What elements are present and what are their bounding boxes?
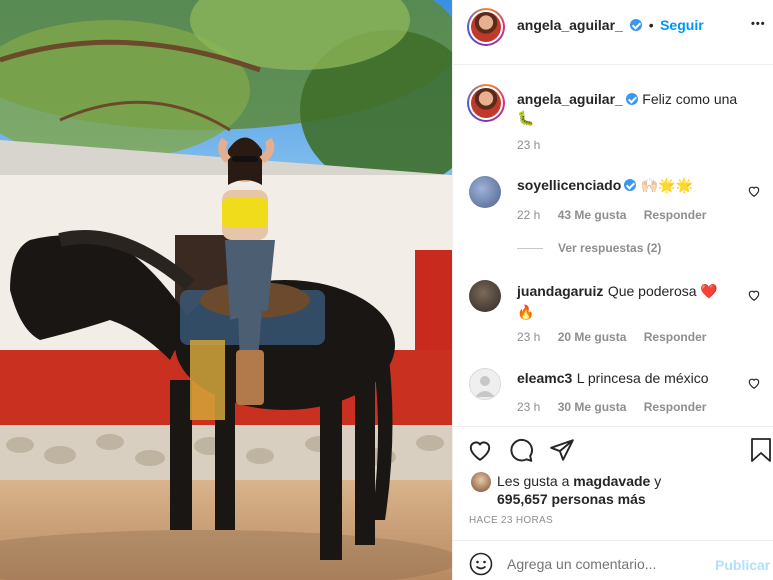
save-bookmark-icon[interactable]	[749, 437, 773, 463]
share-paper-plane-icon[interactable]	[549, 437, 575, 463]
likes-conjunction: y	[654, 473, 662, 489]
likes-prefix: Les gusta a	[497, 473, 570, 489]
like-comment-heart-icon[interactable]	[747, 376, 761, 390]
more-options-icon[interactable]: •••	[751, 18, 766, 30]
horse-rider-photo	[0, 0, 452, 580]
like-comment-heart-icon[interactable]	[747, 184, 761, 198]
comment-text: 🙌🏻🌟🌟	[640, 177, 694, 193]
like-heart-icon[interactable]	[467, 437, 493, 463]
comment-username[interactable]: eleamc3	[517, 370, 572, 386]
comment-text: Que poderosa ❤️	[607, 283, 718, 299]
comment-input[interactable]	[507, 553, 707, 575]
comment-time[interactable]: 23 h	[517, 400, 540, 414]
verified-badge-icon	[624, 179, 637, 191]
like-comment-heart-icon[interactable]	[747, 288, 761, 302]
emoji-icon[interactable]	[469, 552, 493, 576]
replies-line	[517, 248, 543, 249]
comment-time[interactable]: 22 h	[517, 208, 540, 222]
comment: eleamc3 L princesa de méxico	[517, 370, 709, 388]
reply-button[interactable]: Responder	[644, 208, 707, 222]
liker-username[interactable]: magdavade	[573, 473, 650, 489]
follow-button[interactable]: Seguir	[660, 17, 704, 33]
comment: soyellicenciado 🙌🏻🌟🌟	[517, 177, 693, 195]
comment: juandagaruiz Que poderosa ❤️ 🔥	[517, 281, 747, 323]
comment-bubble-icon[interactable]	[508, 437, 534, 463]
caption-emoji: 🐛	[517, 110, 535, 126]
likes-summary: Les gusta a magdavade y 695,657 personas…	[497, 472, 757, 508]
post-timestamp[interactable]: HACE 23 HORAS	[469, 515, 553, 526]
default-user-icon	[475, 376, 495, 397]
comment-avatar[interactable]	[469, 176, 501, 208]
comment-meta: 23 h 30 Me gusta Responder	[517, 400, 706, 414]
comment-likes[interactable]: 30 Me gusta	[558, 400, 627, 414]
caption-author-avatar[interactable]	[467, 84, 505, 122]
likes-count[interactable]: 695,657 personas más	[497, 491, 646, 507]
comment-meta: 22 h 43 Me gusta Responder	[517, 208, 706, 222]
comment-username[interactable]: juandagaruiz	[517, 283, 603, 299]
comment-likes[interactable]: 20 Me gusta	[558, 330, 627, 344]
post-header: angela_aguilar_ • Seguir	[517, 17, 704, 35]
header-separator: •	[648, 17, 654, 33]
author-avatar[interactable]	[467, 8, 505, 46]
comment-likes[interactable]: 43 Me gusta	[558, 208, 627, 222]
view-replies-button[interactable]: Ver respuestas (2)	[558, 241, 661, 255]
reply-button[interactable]: Responder	[644, 330, 707, 344]
verified-badge-icon	[625, 93, 638, 105]
caption-username[interactable]: angela_aguilar_	[517, 91, 623, 107]
verified-badge-icon	[630, 19, 643, 31]
caption-text: Feliz como una	[642, 91, 738, 107]
post-comment-button[interactable]: Publicar	[715, 557, 770, 573]
liker-avatar[interactable]	[471, 472, 491, 492]
comment-avatar[interactable]	[469, 368, 501, 400]
post-photo[interactable]	[0, 0, 452, 580]
caption-time[interactable]: 23 h	[517, 138, 540, 152]
actions-divider	[453, 426, 773, 427]
header-divider	[453, 64, 773, 65]
comment-avatar[interactable]	[469, 280, 501, 312]
comment-box-divider	[453, 540, 773, 541]
comment-text: L princesa de méxico	[576, 370, 709, 386]
caption: angela_aguilar_ Feliz como una 🐛	[517, 90, 757, 128]
reply-button[interactable]: Responder	[644, 400, 707, 414]
comment-meta: 23 h 20 Me gusta Responder	[517, 330, 706, 344]
comment-time[interactable]: 23 h	[517, 330, 540, 344]
comment-text-line2: 🔥	[517, 304, 535, 320]
author-username[interactable]: angela_aguilar_	[517, 17, 623, 33]
comment-username[interactable]: soyellicenciado	[517, 177, 621, 193]
post-side-panel: angela_aguilar_ • Seguir ••• angela_agui…	[452, 0, 773, 580]
